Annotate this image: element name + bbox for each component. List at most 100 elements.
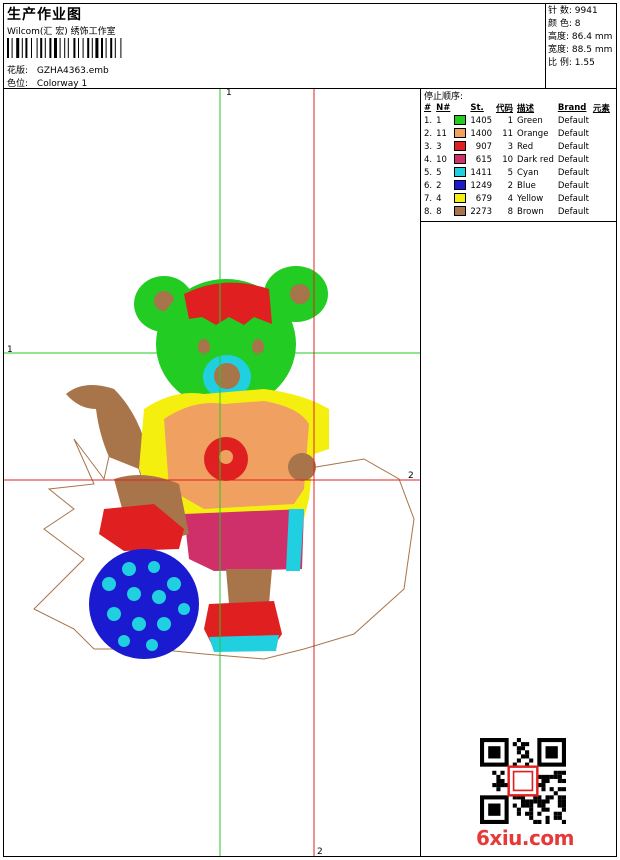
row-code: 1 (507, 115, 514, 126)
left-arm (66, 385, 144, 469)
row-code: 2 (507, 180, 514, 191)
stat-scale-label: 比 例: (548, 58, 572, 68)
row-order: 6. (424, 180, 433, 191)
watermark-logo: 6xiu.com (476, 826, 574, 850)
row-brand: Default (557, 115, 589, 126)
design-file: 花版: GZHA4363.emb (7, 63, 109, 76)
row-element (591, 166, 612, 179)
row-brand: Default (557, 167, 589, 178)
row-stitches: 1249 (470, 180, 493, 191)
row-brand: Default (557, 141, 589, 152)
row-stitches: 679 (475, 193, 493, 204)
colorway: 色位: Colorway 1 (7, 76, 87, 89)
row-code: 3 (507, 141, 514, 152)
row-code: 10 (502, 154, 514, 165)
row-order: 4. (424, 154, 433, 165)
right-leg (226, 569, 272, 604)
table-bottom-divider (420, 221, 617, 222)
row-brand: Default (557, 128, 589, 139)
row-n: 11 (436, 128, 447, 139)
row-order: 8. (424, 206, 433, 217)
col-stitches: St. (470, 102, 484, 113)
row-desc: Blue (517, 180, 536, 191)
col-element: 元素 (592, 103, 610, 114)
design-file-value: GZHA4363.emb (36, 66, 109, 76)
color-swatch (454, 115, 467, 126)
guide-label-red-bottom: 2 (317, 847, 323, 857)
stat-width-label: 宽度: (548, 45, 570, 55)
row-desc: Brown (517, 206, 544, 217)
pants (184, 509, 304, 571)
col-desc: 描述 (517, 103, 535, 114)
row-n: 1 (436, 115, 442, 126)
color-row: 2. 11 1400 11 Orange Default (422, 127, 612, 140)
row-stitches: 1411 (470, 167, 493, 178)
colorway-label: 色位: (7, 79, 29, 89)
row-code: 4 (507, 193, 514, 204)
page-title: 生产作业图 (7, 7, 82, 23)
color-swatch (454, 128, 467, 139)
col-code: 代码 (496, 103, 514, 114)
design-stats: 针 数: 9941 颜 色: 8 高度: 86.4 mm 宽度: 88.5 mm… (548, 5, 612, 70)
row-n: 2 (436, 180, 442, 191)
row-stitches: 615 (475, 154, 493, 165)
color-row: 1. 1 1405 1 Green Default (422, 114, 612, 127)
stat-scale: 比 例: 1.55 (548, 57, 612, 70)
emblem-center (219, 450, 233, 464)
row-element (591, 205, 612, 218)
color-row: 8. 8 2273 8 Brown Default (422, 205, 612, 218)
stat-height-value: 86.4 mm (571, 32, 613, 42)
row-element (591, 153, 612, 166)
row-order: 7. (424, 193, 433, 204)
row-desc: Dark red (517, 154, 554, 165)
stat-width: 宽度: 88.5 mm (548, 44, 612, 57)
color-row: 7. 4 679 4 Yellow Default (422, 192, 612, 205)
color-swatch (454, 167, 467, 178)
stat-colors: 颜 色: 8 (548, 18, 612, 31)
color-table-header: # N# St. 代码 描述 Brand 元素 (422, 101, 612, 114)
row-order: 3. (424, 141, 433, 152)
row-brand: Default (557, 206, 589, 217)
row-swatch (452, 192, 468, 205)
stat-stitches: 针 数: 9941 (548, 5, 612, 18)
col-swatch (452, 101, 468, 114)
right-hand (288, 453, 316, 481)
row-swatch (452, 127, 468, 140)
color-swatch (454, 154, 467, 165)
stats-divider (545, 3, 546, 88)
colorway-value: Colorway 1 (36, 79, 88, 89)
stat-width-value: 88.5 mm (571, 45, 613, 55)
stat-height: 高度: 86.4 mm (548, 31, 612, 44)
row-n: 5 (436, 167, 442, 178)
stat-stitches-label: 针 数: (548, 6, 572, 16)
color-swatch (454, 141, 467, 152)
row-order: 5. (424, 167, 433, 178)
col-order: # (424, 102, 432, 113)
stat-colors-label: 颜 色: (548, 19, 572, 29)
row-brand: Default (557, 180, 589, 191)
color-row: 3. 3 907 3 Red Default (422, 140, 612, 153)
row-brand: Default (557, 154, 589, 165)
qr-code (480, 738, 566, 824)
row-element (591, 114, 612, 127)
row-swatch (452, 140, 468, 153)
color-row: 4. 10 615 10 Dark red Default (422, 153, 612, 166)
row-n: 10 (436, 154, 447, 165)
row-stitches: 2273 (470, 206, 493, 217)
col-brand: Brand (557, 102, 587, 113)
row-stitches: 907 (475, 141, 493, 152)
row-desc: Green (517, 115, 543, 126)
row-desc: Cyan (517, 167, 539, 178)
design-file-label: 花版: (7, 66, 29, 76)
col-n: N# (436, 102, 451, 113)
row-code: 8 (507, 206, 514, 217)
embroidery-design (4, 89, 420, 856)
stat-height-label: 高度: (548, 32, 570, 42)
row-stitches: 1405 (470, 115, 493, 126)
row-order: 2. (424, 128, 433, 139)
company-name: Wilcom(汇 宏) 绣饰工作室 (7, 27, 116, 37)
row-desc: Orange (517, 128, 549, 139)
row-swatch (452, 166, 468, 179)
row-swatch (452, 114, 468, 127)
color-swatch (454, 206, 467, 217)
